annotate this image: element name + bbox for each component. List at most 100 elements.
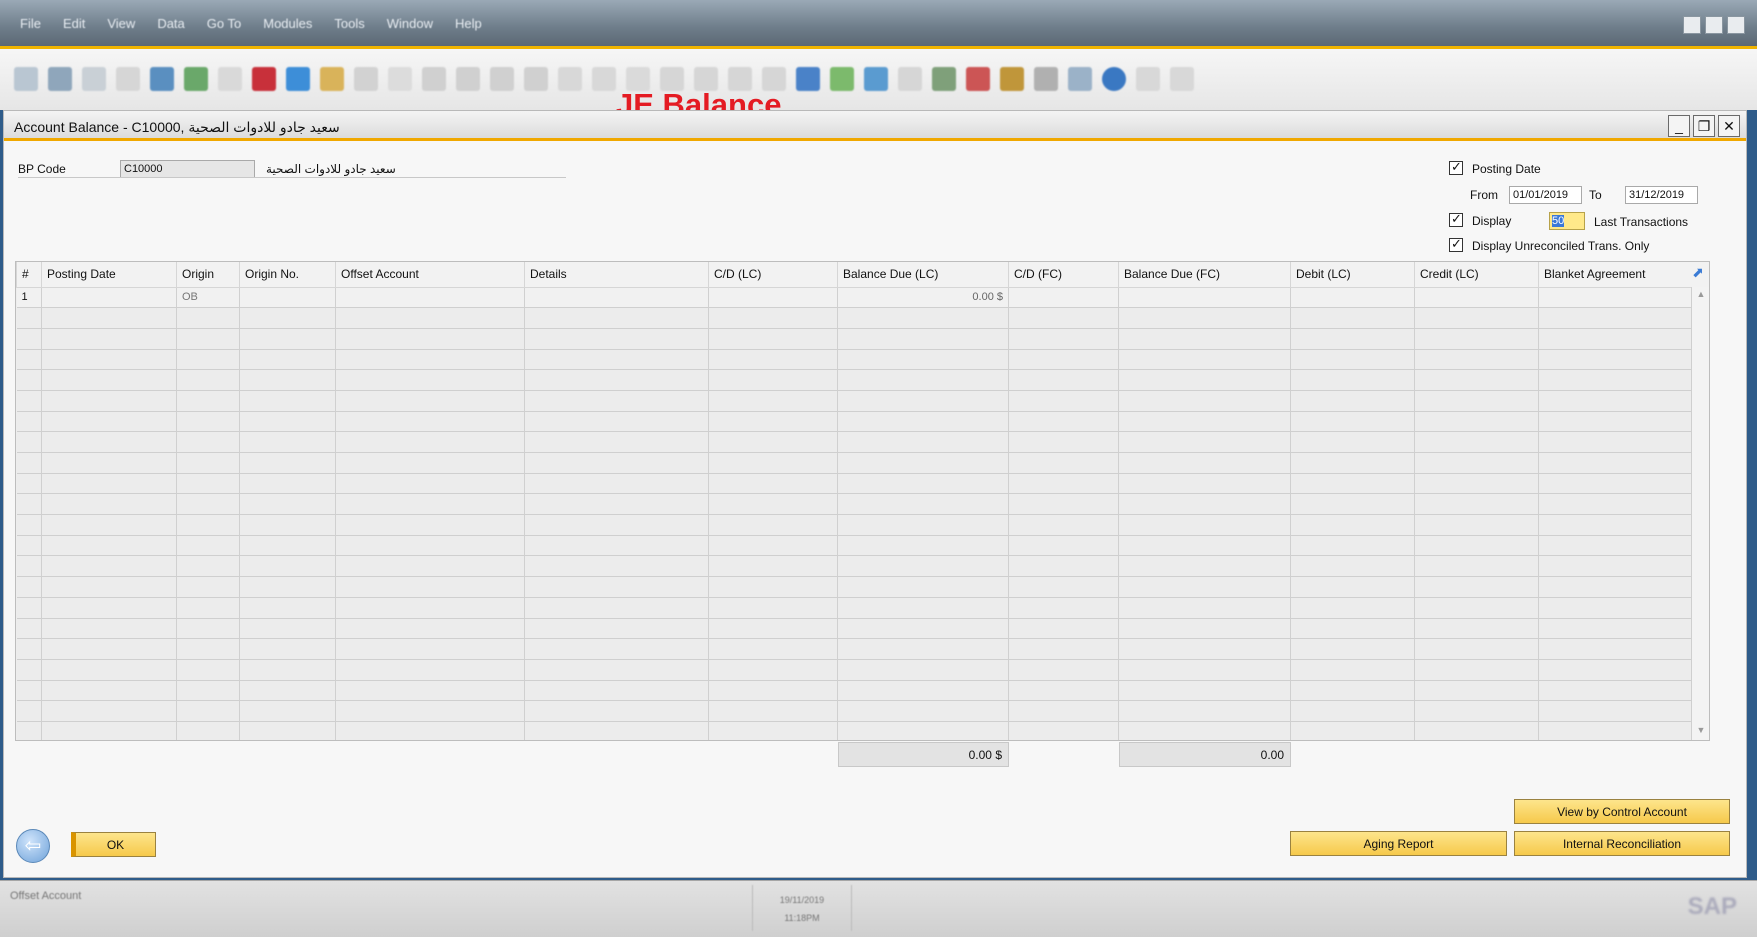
print-preview-icon[interactable] [14,67,38,91]
launch-app-icon[interactable] [286,67,310,91]
table-row-empty[interactable] [16,638,1709,660]
find-icon[interactable] [354,67,378,91]
col-header-posting-date[interactable]: Posting Date [41,262,177,288]
menu-view[interactable]: View [107,16,135,31]
export-word-icon[interactable] [218,67,242,91]
table-row-empty[interactable] [16,535,1709,557]
table-row-empty[interactable] [16,307,1709,329]
col-header-details[interactable]: Details [524,262,709,288]
table-row-empty[interactable] [16,576,1709,598]
menu-window[interactable]: Window [387,16,433,31]
export-excel-icon[interactable] [184,67,208,91]
table-row-empty[interactable] [16,721,1709,740]
internal-reconciliation-button[interactable]: Internal Reconciliation [1514,831,1730,856]
table-row-empty[interactable] [16,680,1709,702]
table-row-empty[interactable] [16,597,1709,619]
menu-data[interactable]: Data [157,16,184,31]
col-header-balance-due-fc[interactable]: Balance Due (FC) [1118,262,1291,288]
cell-origin[interactable]: OB [176,287,240,309]
table-row-empty[interactable] [16,431,1709,453]
menu-modules[interactable]: Modules [263,16,312,31]
scroll-up-icon[interactable]: ▲ [1694,289,1708,303]
unreconciled-checkbox[interactable] [1449,236,1463,252]
col-header-origin[interactable]: Origin [176,262,240,288]
email-icon[interactable] [82,67,106,91]
table-row-empty[interactable] [16,555,1709,578]
menu-goto[interactable]: Go To [207,16,241,31]
col-header-debit-lc[interactable]: Debit (LC) [1290,262,1415,288]
calendar-icon[interactable] [932,67,956,91]
table-row-empty[interactable] [16,390,1709,412]
menu-help[interactable]: Help [455,16,482,31]
settings-icon[interactable] [864,67,888,91]
previous-record-icon[interactable] [456,67,480,91]
sort-icon[interactable] [592,67,616,91]
new-document-icon[interactable] [830,67,854,91]
alert-icon[interactable] [966,67,990,91]
fax-icon[interactable] [150,67,174,91]
restore-icon[interactable]: ❐ [1693,115,1715,137]
col-header-origin-no[interactable]: Origin No. [239,262,336,288]
empty-cell [16,390,42,412]
table-row-empty[interactable] [16,659,1709,681]
col-header-offset-account[interactable]: Offset Account [335,262,525,288]
table-row-empty[interactable] [16,493,1709,516]
report-icon[interactable] [1000,67,1024,91]
sms-icon[interactable] [116,67,140,91]
export-pdf-icon[interactable] [252,67,276,91]
help-icon[interactable] [1102,67,1126,91]
menu-tools[interactable]: Tools [334,16,364,31]
edit-icon[interactable] [796,67,820,91]
col-header-cd-fc[interactable]: C/D (FC) [1008,262,1119,288]
window-titlebar[interactable]: Account Balance - C10000, سعيد جادو للاد… [4,111,1746,141]
user-icon[interactable] [1068,67,1092,91]
print-icon[interactable] [48,67,72,91]
table-row-empty[interactable] [16,473,1709,495]
view-by-control-account-button[interactable]: View by Control Account [1514,799,1730,824]
app-restore-icon[interactable] [1705,16,1723,34]
table-row-empty[interactable] [16,349,1709,371]
first-record-icon[interactable] [422,67,446,91]
display-checkbox[interactable] [1449,211,1463,227]
col-header-index[interactable]: # [16,262,42,288]
table-row-empty[interactable] [16,452,1709,474]
col-header-cd-lc[interactable]: C/D (LC) [708,262,838,288]
last-record-icon[interactable] [524,67,548,91]
table-row-empty[interactable] [16,369,1709,391]
col-header-balance-due-lc[interactable]: Balance Due (LC) [837,262,1009,288]
aging-report-button[interactable]: Aging Report [1290,831,1507,856]
grid-scrollbar[interactable]: ▲ ▼ [1691,287,1709,740]
bp-code-field[interactable]: C10000 [120,160,255,178]
from-date-field[interactable]: 01/01/2019 [1509,186,1582,204]
app-close-icon[interactable] [1727,16,1745,34]
next-record-icon[interactable] [490,67,514,91]
users-icon[interactable] [1034,67,1058,91]
table-row-empty[interactable] [16,328,1709,350]
col-header-credit-lc[interactable]: Credit (LC) [1414,262,1539,288]
table-row-empty[interactable] [16,700,1709,722]
empty-cell [335,349,525,371]
window-tile-icon[interactable] [1136,67,1160,91]
message-icon[interactable] [898,67,922,91]
menu-file[interactable]: File [20,16,41,31]
posting-date-checkbox[interactable] [1449,159,1463,175]
to-date-field[interactable]: 31/12/2019 [1625,186,1698,204]
display-count-field[interactable]: 50 [1549,212,1585,230]
window-cascade-icon[interactable] [1170,67,1194,91]
expand-grid-icon[interactable]: ⬈ [1689,264,1707,284]
minimize-icon[interactable]: _ [1668,115,1690,137]
app-minimize-icon[interactable] [1683,16,1701,34]
table-row-empty[interactable] [16,411,1709,433]
table-row[interactable]: 1 OB 0.00 $ [16,287,1709,309]
col-header-blanket-agreement[interactable]: Blanket Agreement [1538,262,1709,288]
table-row-empty[interactable] [16,618,1709,640]
close-icon[interactable]: ✕ [1718,115,1740,137]
scroll-down-icon[interactable]: ▼ [1694,725,1708,739]
lock-screen-icon[interactable] [320,67,344,91]
back-arrow-icon[interactable]: ⇦ [16,829,50,863]
table-row-empty[interactable] [16,514,1709,536]
ok-button[interactable]: OK [71,832,156,857]
filter-icon[interactable] [558,67,582,91]
add-icon[interactable] [388,67,412,91]
menu-edit[interactable]: Edit [63,16,85,31]
